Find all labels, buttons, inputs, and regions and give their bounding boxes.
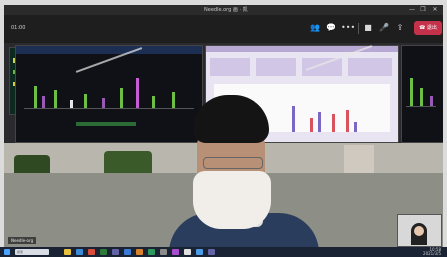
taskbar-app-explorer[interactable]: [64, 249, 71, 255]
screen: Needle.org 画 · 凯 — ❐ ✕ 01:00 👥 💬 ••• ■ 🎤…: [0, 0, 447, 257]
taskbar-app[interactable]: [184, 249, 191, 255]
share-icon[interactable]: ⇪: [394, 22, 406, 34]
close-button[interactable]: ✕: [430, 6, 440, 14]
leave-label: 退出: [426, 25, 437, 31]
more-icon[interactable]: •••: [341, 22, 355, 34]
taskbar-app[interactable]: [196, 249, 203, 255]
teams-meeting-window: Needle.org 画 · 凯 — ❐ ✕ 01:00 👥 💬 ••• ■ 🎤…: [4, 5, 443, 247]
chat-icon[interactable]: 💬: [325, 22, 337, 34]
system-clock[interactable]: 10:58 2021/3/5: [423, 248, 441, 256]
taskbar-app-powerpoint[interactable]: [136, 249, 143, 255]
dashboard-monitor-right: [401, 45, 443, 143]
taskbar-app[interactable]: [172, 249, 179, 255]
self-name-tag: Needle-org: [8, 237, 37, 244]
phone-icon: ☎: [419, 25, 426, 31]
windows-taskbar: 搜索 10:58 2021/3/5: [0, 247, 447, 257]
clock-date: 2021/3/5: [423, 251, 441, 256]
video-stage: Needle-org: [4, 43, 443, 247]
taskbar-app-teams[interactable]: [112, 249, 119, 255]
self-preview-video[interactable]: [397, 214, 442, 247]
presenter-glasses: [203, 157, 263, 169]
taskbar-app-word[interactable]: [124, 249, 131, 255]
window-title: Needle.org 画 · 凯: [204, 7, 248, 13]
minimize-button[interactable]: —: [407, 6, 417, 14]
taskbar-app-excel[interactable]: [148, 249, 155, 255]
toolbar-divider: [358, 23, 359, 34]
self-preview-face: [414, 226, 424, 236]
camera-icon[interactable]: ■: [362, 22, 374, 34]
face-mask: [193, 171, 271, 229]
maximize-button[interactable]: ❐: [418, 6, 428, 14]
taskbar-app[interactable]: [208, 249, 215, 255]
mic-icon[interactable]: 🎤: [378, 22, 390, 34]
leave-button[interactable]: ☎ 退出: [414, 21, 442, 35]
taskbar-search[interactable]: 搜索: [15, 249, 49, 255]
presenter-video: [169, 95, 319, 247]
start-button[interactable]: [4, 249, 10, 255]
meeting-toolbar: 01:00 👥 💬 ••• ■ 🎤 ⇪ ☎ 退出: [4, 15, 443, 43]
title-bar: Needle.org 画 · 凯 — ❐ ✕: [4, 5, 443, 15]
taskbar-app[interactable]: [100, 249, 107, 255]
presenter-hair: [193, 95, 269, 143]
people-icon[interactable]: 👥: [309, 22, 321, 34]
meeting-timer: 01:00: [11, 25, 26, 31]
taskbar-app-edge[interactable]: [76, 249, 83, 255]
taskbar-app[interactable]: [160, 249, 167, 255]
taskbar-app[interactable]: [88, 249, 95, 255]
